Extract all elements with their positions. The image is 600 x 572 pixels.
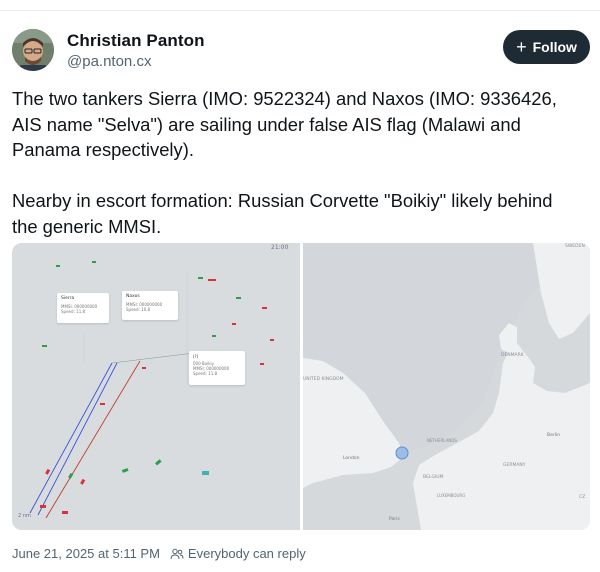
popup-line: Speed: 11.8 [61,309,86,314]
overview-map-image[interactable]: SWEDEN UNITED KINGDOM DENMARK London NET… [303,243,590,530]
vessel-popup-sierra[interactable]: Sierra MMSI: 000000000 Speed: 11.8 [57,293,109,323]
ais-scale: 2 nm [18,513,31,519]
map-label-sweden: SWEDEN [565,244,585,249]
map-label-luxembourg: LUXEMBOURG [437,493,466,498]
map-label-denmark: DENMARK [501,353,524,358]
post-text: The two tankers Sierra (IMO: 9522324) an… [12,88,557,237]
author-name[interactable]: Christian Panton [67,31,205,51]
map-label-cz: CZ [579,495,586,500]
avatar-photo-icon [12,29,54,71]
follow-button[interactable]: + Follow [503,30,590,64]
popup-title: (?) [193,354,199,359]
author-handle[interactable]: @pa.nton.cx [67,53,151,70]
popup-title: Naxos [126,294,140,299]
vessel-popup-boikiy[interactable]: (?) 000 Boikiy MMSI: 000000000 Speed: 11… [189,351,245,385]
europe-map-graphic [303,243,590,530]
ais-map-graphic [12,243,300,530]
popup-line: Speed: 10.8 [126,307,151,312]
map-label-belgium: BELGIUM [423,475,444,480]
map-label-london: London [343,456,360,461]
popup-title: Sierra [61,296,75,301]
people-icon [170,548,184,559]
follow-label: Follow [532,39,577,55]
map-label-united-kingdom: UNITED KINGDOM [303,377,344,382]
map-label-berlin: Berlin [547,433,561,438]
map-label-paris: Paris [389,517,400,522]
popup-line: Speed: 11.8 [193,371,218,376]
top-divider [0,10,600,11]
map-label-germany: GERMANY [503,463,526,468]
vessel-popup-naxos[interactable]: Naxos MMSI: 000000000 Speed: 10.8 [122,291,178,320]
post-media[interactable]: 21:00 2 nm Sierra MMSI: 000000000 Speed:… [12,243,590,530]
ais-clock: 21:00 [271,244,289,251]
post-timestamp[interactable]: June 21, 2025 at 5:11 PM [12,546,160,561]
ais-tracking-image[interactable]: 21:00 2 nm Sierra MMSI: 000000000 Speed:… [12,243,300,530]
plus-icon: + [516,37,527,57]
map-label-netherlands: NETHERLANDS [427,438,457,443]
post-footer: June 21, 2025 at 5:11 PM Everybody can r… [12,546,306,561]
reply-setting: Everybody can reply [187,546,306,561]
avatar[interactable] [12,29,54,71]
